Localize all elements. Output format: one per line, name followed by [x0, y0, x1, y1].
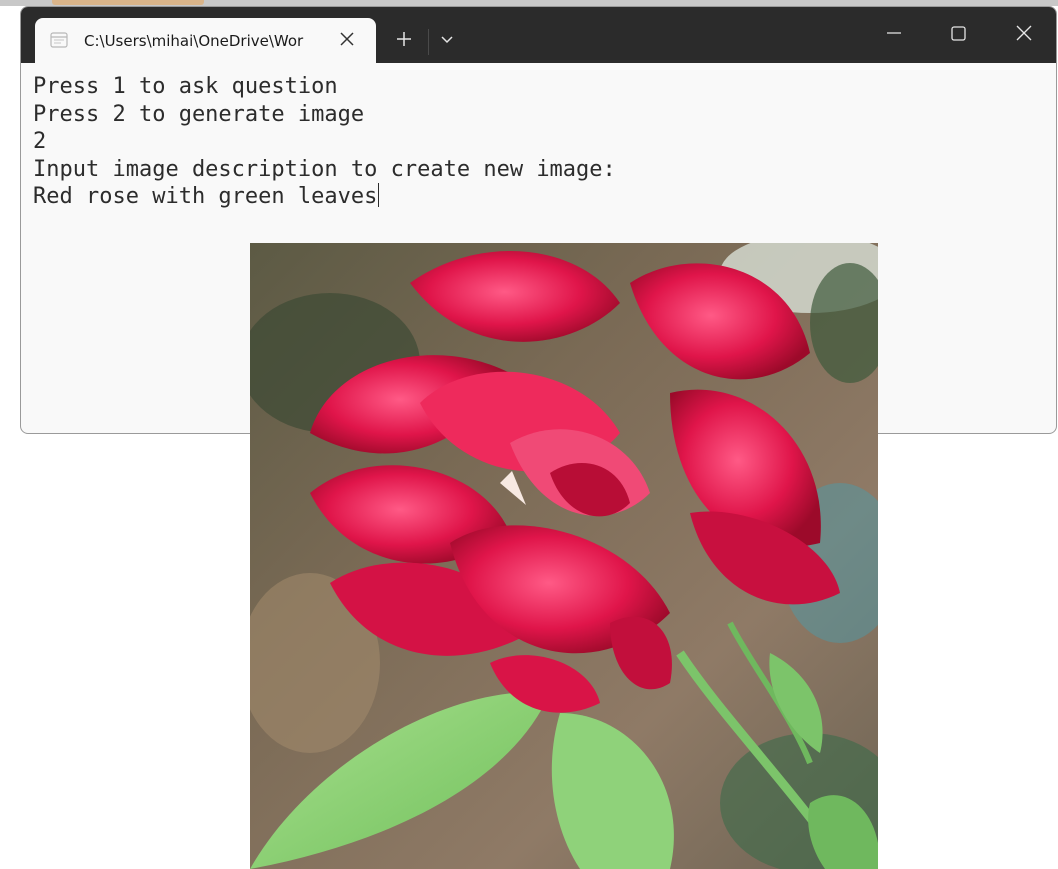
console-input-text: Red rose with green leaves	[33, 184, 378, 210]
console-line: Input image description to create new im…	[33, 156, 616, 182]
desktop-accent	[52, 0, 204, 5]
console-line: Press 2 to generate image	[33, 101, 365, 127]
maximize-button[interactable]	[935, 15, 981, 51]
plus-icon	[397, 32, 411, 46]
tab-close-icon[interactable]	[335, 27, 359, 51]
title-bar[interactable]: C:\Users\mihai\OneDrive\Wor	[21, 7, 1056, 63]
close-icon	[1016, 25, 1032, 41]
tab-separator	[428, 29, 429, 55]
terminal-icon	[50, 31, 68, 49]
close-button[interactable]	[1001, 15, 1047, 51]
tab-title: C:\Users\mihai\OneDrive\Wor	[84, 32, 304, 50]
tab-terminal[interactable]: C:\Users\mihai\OneDrive\Wor	[35, 18, 376, 63]
new-tab-button[interactable]	[390, 27, 418, 55]
chevron-down-icon	[441, 36, 453, 44]
generated-rose-image	[250, 243, 878, 869]
minimize-button[interactable]	[871, 15, 917, 51]
console-line: 2	[33, 129, 47, 155]
text-cursor	[378, 183, 380, 208]
maximize-icon	[951, 26, 966, 41]
minimize-icon	[887, 32, 901, 34]
console-line: Press 1 to ask question	[33, 74, 338, 99]
console-input-line: Red rose with green leaves	[33, 183, 1043, 211]
tab-dropdown-button[interactable]	[433, 27, 461, 55]
